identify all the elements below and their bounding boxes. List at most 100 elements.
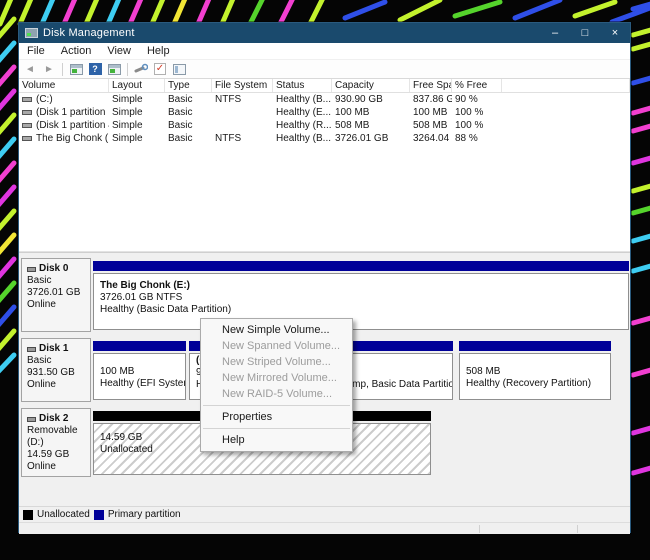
volume-status: Healthy (E... xyxy=(276,107,332,118)
volume-name: The Big Chonk (E:) xyxy=(36,133,109,144)
volume-row-disk1-part4[interactable]: (Disk 1 partition 4) Simple Basic Health… xyxy=(19,119,630,132)
disk0-partition-big-chonk[interactable]: The Big Chonk (E:) 3726.01 GB NTFS Healt… xyxy=(93,261,629,330)
legend-label: Unallocated xyxy=(37,509,90,520)
maximize-button[interactable]: □ xyxy=(570,23,600,43)
volume-pct-free: 100 % xyxy=(455,120,484,131)
partition-icon xyxy=(22,122,32,128)
column-header-status[interactable]: Status xyxy=(273,79,332,92)
menu-item-new-striped-volume: New Striped Volume... xyxy=(222,356,331,368)
volume-status: Healthy (R... xyxy=(276,120,332,131)
volume-layout: Simple xyxy=(112,120,143,131)
disk-management-window: Disk Management – □ × File Action View H… xyxy=(18,22,631,534)
toolbar-separator xyxy=(62,62,63,76)
forward-icon[interactable]: ► xyxy=(41,62,57,77)
disk-kind: Removable (D:) xyxy=(27,425,78,448)
column-header-layout[interactable]: Layout xyxy=(109,79,165,92)
column-header-capacity[interactable]: Capacity xyxy=(332,79,410,92)
menu-item-new-spanned-volume: New Spanned Volume... xyxy=(222,340,341,352)
column-header-file-system[interactable]: File System xyxy=(212,79,273,92)
volume-pct-free: 100 % xyxy=(455,107,484,118)
volume-capacity: 100 MB xyxy=(335,107,370,118)
disk-size: 3726.01 GB xyxy=(27,287,81,298)
volume-pct-free: 88 % xyxy=(455,133,478,144)
console-tree-icon[interactable] xyxy=(68,62,84,77)
disk-icon xyxy=(27,266,36,272)
volume-capacity: 930.90 GB xyxy=(335,94,383,105)
menu-item-properties[interactable]: Properties xyxy=(201,409,352,425)
volume-capacity: 3726.01 GB xyxy=(335,133,389,144)
context-menu: New Simple Volume... New Spanned Volume.… xyxy=(200,318,353,452)
status-bar-separator xyxy=(479,525,480,533)
column-header-pct-free[interactable]: % Free xyxy=(452,79,502,92)
disk2-label[interactable]: Disk 2 Removable (D:) 14.59 GB Online xyxy=(21,408,91,477)
disk-size: 14.59 GB xyxy=(27,449,70,460)
partition-size: 100 MB xyxy=(100,366,135,377)
partition-title: The Big Chonk (E:) xyxy=(100,280,190,291)
volume-type: Basic xyxy=(168,107,193,118)
column-header-free-space[interactable]: Free Spa... xyxy=(410,79,452,92)
check-disk-icon[interactable]: ✓ xyxy=(152,62,168,77)
properties-icon[interactable] xyxy=(171,62,187,77)
window-glyph xyxy=(107,63,121,75)
volume-status: Healthy (B... xyxy=(276,133,332,144)
disk-name: Disk 1 xyxy=(39,343,69,354)
back-arrow-glyph: ◄ xyxy=(25,63,35,75)
column-header-volume[interactable]: Volume xyxy=(19,79,109,92)
primary-partition-bar xyxy=(93,341,186,351)
menu-separator xyxy=(203,428,350,429)
question-mark-glyph: ? xyxy=(88,63,102,75)
forward-arrow-glyph: ► xyxy=(44,63,54,75)
wrench-icon[interactable] xyxy=(133,62,149,77)
wrench-glyph xyxy=(134,63,148,73)
help-icon[interactable]: ? xyxy=(87,62,103,77)
volume-free: 3264.04 ... xyxy=(413,133,452,144)
menu-item-new-simple-volume[interactable]: New Simple Volume... xyxy=(201,322,352,338)
disk0-label[interactable]: Disk 0 Basic 3726.01 GB Online xyxy=(21,258,91,332)
menu-item-help[interactable]: Help xyxy=(201,432,352,448)
menu-separator xyxy=(203,405,350,406)
show-window-icon[interactable] xyxy=(106,62,122,77)
column-header-blank xyxy=(502,79,630,92)
window-glyph xyxy=(69,63,83,75)
legend-primary-partition: Primary partition xyxy=(93,509,181,520)
volume-fs: NTFS xyxy=(215,94,242,105)
menu-action[interactable]: Action xyxy=(53,43,100,59)
minimize-button[interactable]: – xyxy=(540,23,570,43)
title-bar[interactable]: Disk Management – □ × xyxy=(19,23,630,43)
volume-fs: NTFS xyxy=(215,133,242,144)
menu-file[interactable]: File xyxy=(19,43,53,59)
toolbar: ◄ ► ? ✓ xyxy=(19,60,630,79)
close-button[interactable]: × xyxy=(600,23,630,43)
disk1-partition-recovery[interactable]: 508 MB Healthy (Recovery Partition) xyxy=(459,341,611,400)
volume-type: Basic xyxy=(168,120,193,131)
menu-bar: File Action View Help xyxy=(19,43,630,60)
partition-status: Healthy (Basic Data Partition) xyxy=(100,304,232,315)
menu-item-new-raid5-volume: New RAID-5 Volume... xyxy=(222,388,333,400)
back-icon[interactable]: ◄ xyxy=(22,62,38,77)
volume-row-c[interactable]: (C:) Simple Basic NTFS Healthy (B... 930… xyxy=(19,93,630,106)
volume-type: Basic xyxy=(168,94,193,105)
volume-row-disk1-part1[interactable]: (Disk 1 partition 1) Simple Basic Health… xyxy=(19,106,630,119)
volume-name: (Disk 1 partition 4) xyxy=(36,120,109,131)
menu-view[interactable]: View xyxy=(99,43,139,59)
disk1-label[interactable]: Disk 1 Basic 931.50 GB Online xyxy=(21,338,91,402)
primary-partition-bar xyxy=(459,341,611,351)
volume-name: (C:) xyxy=(36,94,53,105)
volume-row-big-chonk[interactable]: The Big Chonk (E:) Simple Basic NTFS Hea… xyxy=(19,132,630,145)
disk-icon xyxy=(27,416,36,422)
volume-type: Basic xyxy=(168,133,193,144)
disk-name: Disk 2 xyxy=(39,413,69,424)
partition-status: Healthy (Recovery Partition) xyxy=(466,378,592,389)
volume-list-header: Volume Layout Type File System Status Ca… xyxy=(19,79,630,93)
window-title: Disk Management xyxy=(43,27,135,39)
status-bar xyxy=(19,522,630,534)
toolbar-separator xyxy=(127,62,128,76)
disk-kind: Basic xyxy=(27,355,52,366)
volume-free: 508 MB xyxy=(413,120,448,131)
menu-help[interactable]: Help xyxy=(139,43,178,59)
column-header-type[interactable]: Type xyxy=(165,79,212,92)
partition-icon xyxy=(22,96,32,102)
disk1-partition-efi[interactable]: 100 MB Healthy (EFI System P xyxy=(93,341,186,400)
volume-layout: Simple xyxy=(112,107,143,118)
legend-unallocated: Unallocated xyxy=(23,509,90,520)
